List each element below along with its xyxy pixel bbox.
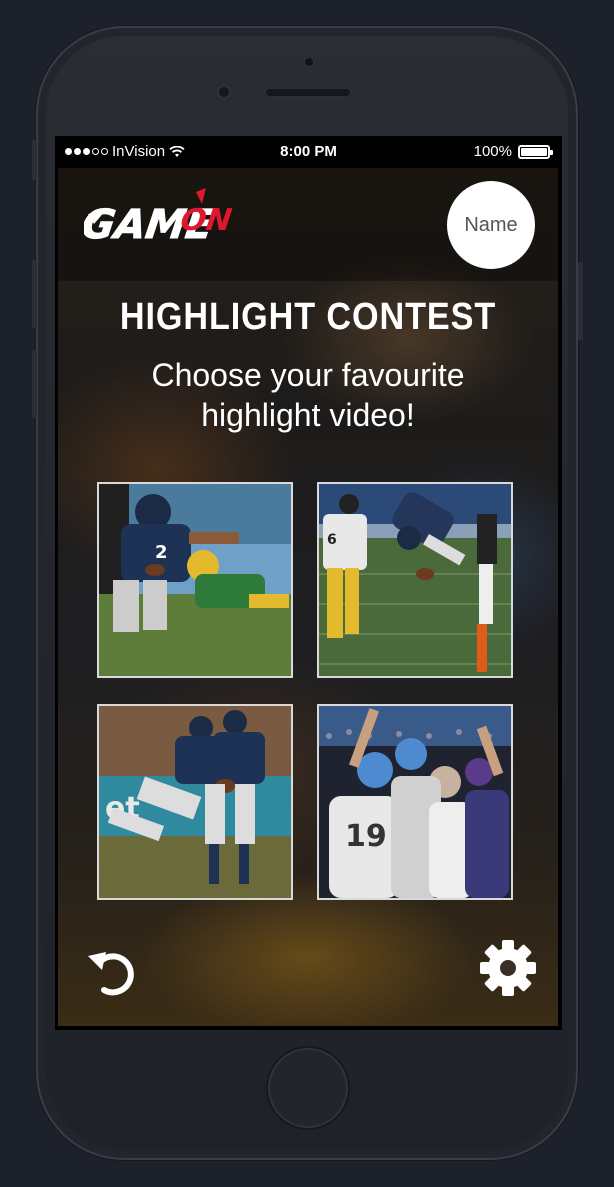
gear-icon (480, 940, 536, 996)
page-subtitle: Choose your favourite highlight video! (98, 355, 518, 435)
video-thumbnail-3[interactable]: et (97, 704, 293, 900)
avatar-label: Name (464, 213, 518, 236)
earpiece-speaker (264, 87, 352, 98)
handoff-play-thumbnail: et (99, 706, 291, 898)
power-button (578, 262, 583, 340)
football-tackle-thumbnail: 2 (99, 484, 291, 676)
fans-cheering-thumbnail: 19 (319, 706, 511, 898)
battery-status: 100% (473, 143, 553, 160)
svg-text:2: 2 (155, 542, 168, 563)
subtitle-line-2: highlight video! (201, 397, 415, 433)
diving-catch-thumbnail: 6 (319, 484, 511, 676)
undo-icon (88, 952, 134, 996)
battery-icon (518, 144, 553, 159)
mute-switch (32, 140, 37, 180)
highlight-video-grid: 2 6 et 19 (97, 482, 517, 902)
video-thumbnail-4[interactable]: 19 (317, 704, 513, 900)
page-title: HIGHLIGHT CONTEST (119, 296, 497, 338)
home-button[interactable] (266, 1046, 350, 1130)
settings-button[interactable] (478, 938, 538, 998)
battery-percent: 100% (473, 143, 512, 160)
undo-button[interactable] (82, 940, 142, 1000)
volume-down-button (32, 350, 37, 418)
gameon-logo: GAME ON (79, 184, 238, 263)
svg-text:19: 19 (345, 819, 387, 854)
svg-text:ON: ON (178, 203, 233, 238)
video-thumbnail-1[interactable]: 2 (97, 482, 293, 678)
app-header: GAME ON Name (58, 168, 558, 281)
volume-up-button (32, 260, 37, 328)
proximity-sensor (216, 84, 232, 100)
screen: InVision 8:00 PM 100% GAME ON Name HIGHL… (55, 136, 562, 1030)
subtitle-line-1: Choose your favourite (151, 357, 465, 393)
app-content: GAME ON Name HIGHLIGHT CONTEST Choose yo… (58, 168, 558, 1026)
svg-text:6: 6 (327, 532, 337, 548)
user-avatar-button[interactable]: Name (447, 181, 535, 269)
video-thumbnail-2[interactable]: 6 (317, 482, 513, 678)
status-bar: InVision 8:00 PM 100% (55, 136, 562, 168)
front-camera (303, 56, 315, 68)
